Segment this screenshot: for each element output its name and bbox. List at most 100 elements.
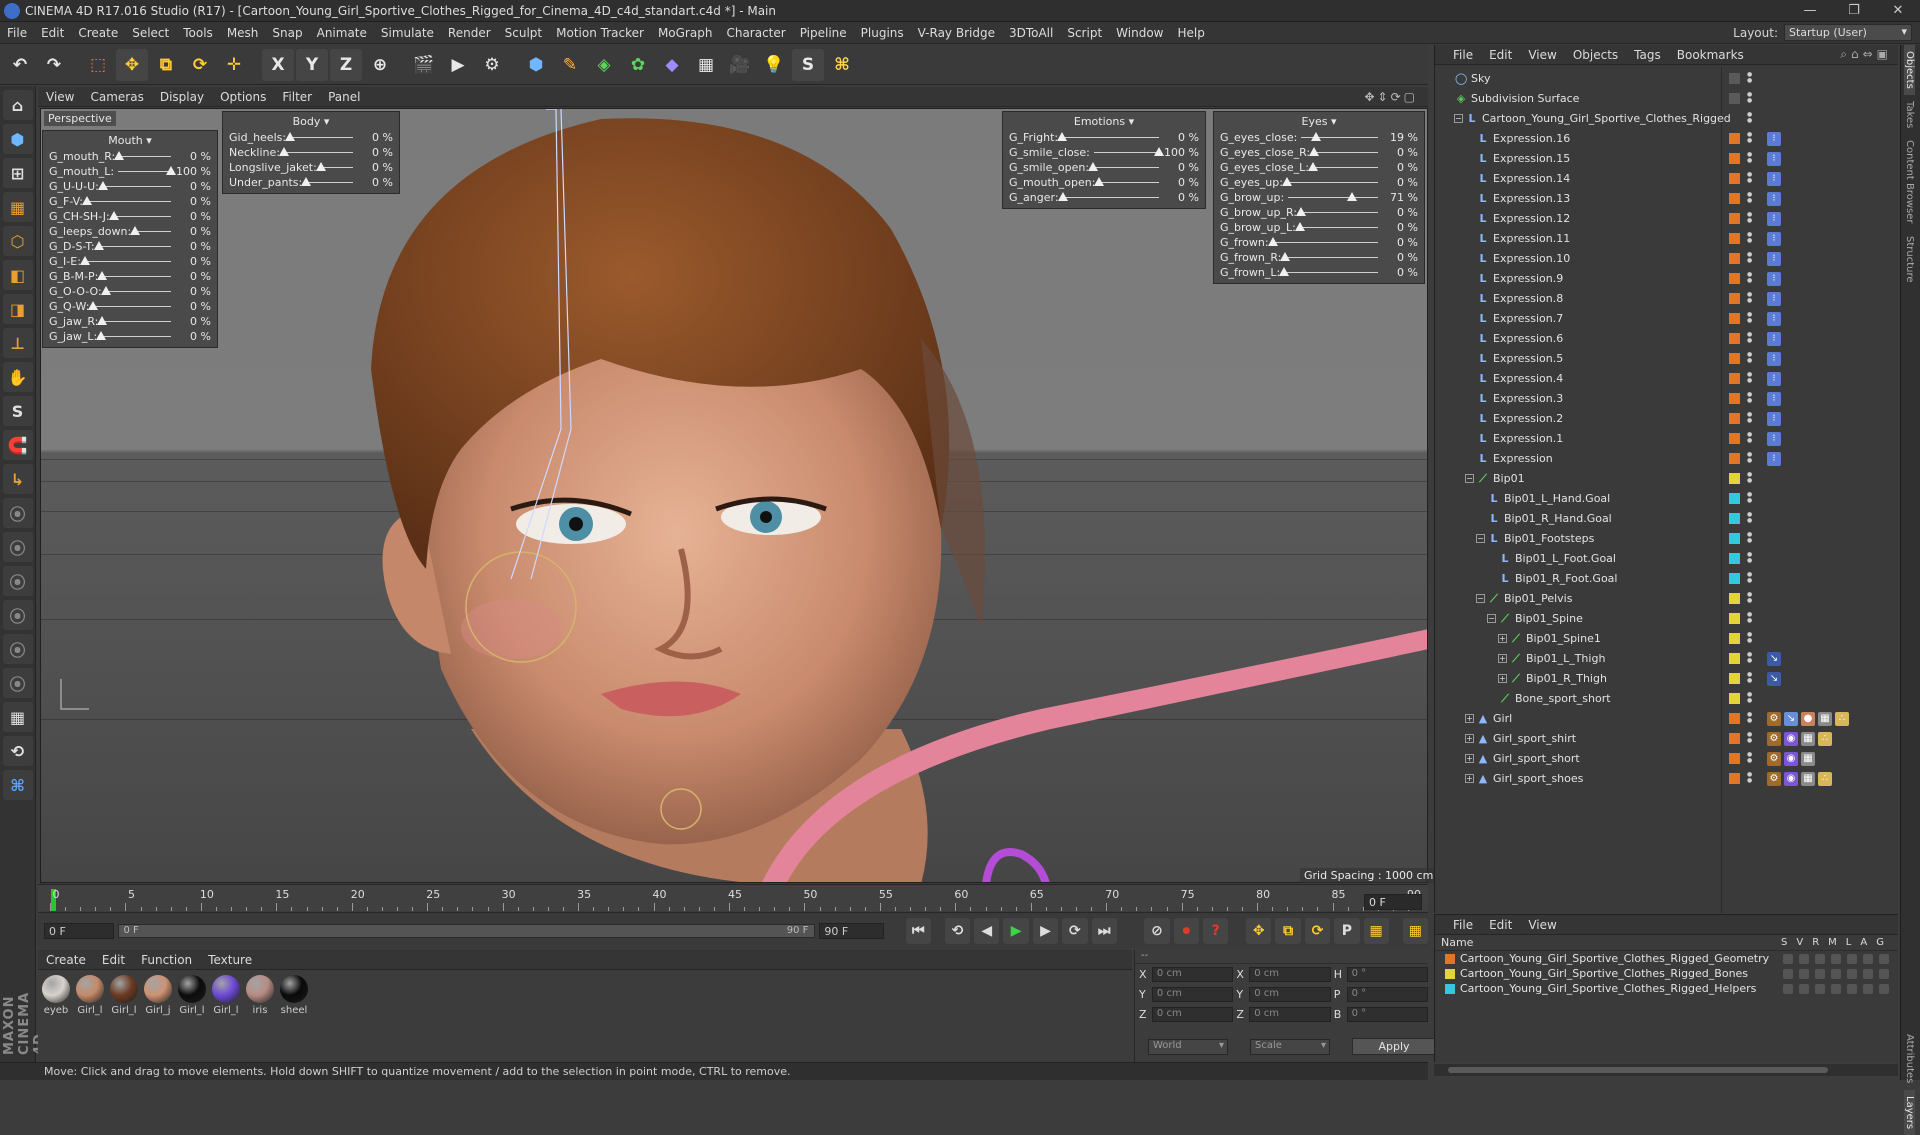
render-picture-viewer-button[interactable]: ▶	[442, 49, 474, 81]
tag-icon[interactable]: ⁝	[1767, 412, 1781, 426]
layer-color-swatch[interactable]	[1729, 413, 1740, 424]
object-name[interactable]: Expression.11	[1493, 232, 1570, 245]
expand-toggle[interactable]: +	[1465, 754, 1474, 763]
tag-icon[interactable]: ⁝	[1767, 132, 1781, 146]
visibility-dots[interactable]: ● ●	[1747, 712, 1752, 724]
slider-track[interactable]	[79, 256, 171, 265]
visibility-dots[interactable]: ● ●	[1747, 412, 1752, 424]
move-tool-button[interactable]: ✥	[116, 48, 148, 81]
layer-color-swatch[interactable]	[1445, 953, 1455, 964]
size-field[interactable]: 0 cm	[1249, 1006, 1331, 1022]
layer-color-swatch[interactable]	[1729, 513, 1740, 524]
object-row[interactable]: + ⟋ Bip01_L_Thigh ● ● ↘	[1435, 649, 1899, 669]
visibility-dots[interactable]: ● ●	[1747, 532, 1752, 544]
right-tab-objects[interactable]: Objects	[1904, 45, 1915, 95]
layer-color-swatch[interactable]	[1729, 633, 1740, 644]
layer-color-swatch[interactable]	[1729, 393, 1740, 404]
object-name[interactable]: Bip01_Spine	[1515, 612, 1583, 625]
viewport-menu-panel[interactable]: Panel	[320, 90, 368, 104]
object-name[interactable]: Bip01_Footsteps	[1504, 532, 1594, 545]
slider-track[interactable]	[1281, 177, 1378, 186]
slider-knob[interactable]	[1346, 192, 1357, 201]
slider-track[interactable]	[1294, 222, 1378, 231]
go-to-start-button[interactable]: ⏮	[905, 917, 931, 944]
tag-icon[interactable]: ◉	[1784, 732, 1798, 746]
right-tab-content-browser[interactable]: Content Browser	[1904, 134, 1915, 229]
menu-script[interactable]: Script	[1060, 26, 1109, 40]
tag-icon[interactable]: ⚙	[1767, 712, 1781, 726]
menu-mograph[interactable]: MoGraph	[651, 26, 720, 40]
layer-color-swatch[interactable]	[1729, 653, 1740, 664]
material-menu-edit[interactable]: Edit	[94, 953, 133, 967]
start-frame-field[interactable]: 0 F	[44, 922, 115, 939]
slider-track[interactable]	[97, 316, 171, 325]
slider-track[interactable]	[1288, 192, 1378, 201]
viewport-menu-display[interactable]: Display	[152, 90, 212, 104]
close-button[interactable]: ✕	[1876, 3, 1920, 18]
slider-knob[interactable]	[1280, 252, 1291, 261]
menu-snap[interactable]: Snap	[265, 26, 309, 40]
tag-icon[interactable]: ⁝	[1767, 332, 1781, 346]
object-row[interactable]: L Expression.6 ● ● ⁝	[1435, 329, 1899, 349]
slider-track[interactable]	[1295, 207, 1378, 216]
record-position-button[interactable]: ✥	[1246, 917, 1272, 944]
slider-knob[interactable]	[93, 241, 104, 250]
tag-icon[interactable]: ⁝	[1767, 312, 1781, 326]
visibility-dots[interactable]: ● ●	[1747, 752, 1752, 764]
menu-simulate[interactable]: Simulate	[374, 26, 441, 40]
size-field[interactable]: 0 cm	[1249, 966, 1331, 982]
layer-color-swatch[interactable]	[1729, 553, 1740, 564]
visibility-dots[interactable]: ● ●	[1747, 152, 1752, 164]
tag-icon[interactable]: ⁝	[1767, 152, 1781, 166]
object-name[interactable]: Expression.5	[1493, 352, 1563, 365]
tag-icon[interactable]: ▦	[1801, 732, 1815, 746]
visibility-dots[interactable]: ● ●	[1747, 692, 1752, 704]
camera-button[interactable]: 🎥	[724, 49, 756, 81]
tag-icon[interactable]: ↘	[1784, 712, 1798, 726]
object-row[interactable]: L Expression ● ● ⁝	[1435, 449, 1899, 469]
next-frame-button[interactable]: ▶	[1032, 917, 1059, 944]
object-row[interactable]: + ▲ Girl ● ● ⚙ ↘ ● ▦ ∴	[1435, 709, 1899, 729]
object-row[interactable]: L Expression.13 ● ● ⁝	[1435, 189, 1899, 209]
frame-range-slider[interactable]: 0 F 90 F	[118, 923, 816, 938]
slider-track[interactable]	[315, 162, 353, 171]
slider-knob[interactable]	[278, 147, 289, 156]
object-name[interactable]: Bip01	[1493, 472, 1525, 485]
object-name[interactable]: Expression.7	[1493, 312, 1563, 325]
object-name[interactable]: Bone_sport_short	[1515, 692, 1611, 705]
visibility-dots[interactable]: ● ●	[1747, 672, 1752, 684]
slider-track[interactable]	[1094, 177, 1159, 186]
coordinate-system-button[interactable]: ⊕	[364, 49, 396, 81]
layer-color-swatch[interactable]	[1729, 493, 1740, 504]
slider-track[interactable]	[100, 286, 171, 295]
autokeying-button[interactable]: ?	[1203, 917, 1229, 944]
tag-icon[interactable]: ▦	[1818, 712, 1832, 726]
tag-icon[interactable]: ⚙	[1767, 772, 1781, 786]
layer-color-swatch[interactable]	[1729, 453, 1740, 464]
expand-toggle[interactable]: −	[1454, 114, 1463, 123]
material-menu-create[interactable]: Create	[38, 953, 94, 967]
object-row[interactable]: − L Bip01_Footsteps ● ●	[1435, 529, 1899, 549]
slider-track[interactable]	[82, 196, 171, 205]
object-name[interactable]: Expression.4	[1493, 372, 1563, 385]
slider-track[interactable]	[96, 331, 171, 340]
menu-select[interactable]: Select	[125, 26, 176, 40]
previous-key-button[interactable]: ⟲	[944, 917, 971, 944]
menu-sculpt[interactable]: Sculpt	[498, 26, 549, 40]
menu-plugins[interactable]: Plugins	[854, 26, 911, 40]
material-swatch[interactable]: Girl_l	[212, 975, 240, 1065]
visibility-dots[interactable]: ● ●	[1747, 492, 1752, 504]
layer-color-swatch[interactable]	[1729, 273, 1740, 284]
visibility-dots[interactable]: ● ●	[1747, 632, 1752, 644]
tag-icon[interactable]: ●	[1801, 712, 1815, 726]
layer-color-swatch[interactable]	[1445, 983, 1455, 994]
expand-toggle[interactable]: +	[1498, 654, 1507, 663]
object-row[interactable]: L Expression.15 ● ● ⁝	[1435, 149, 1899, 169]
object-name[interactable]: Girl_sport_shoes	[1493, 772, 1583, 785]
menu-window[interactable]: Window	[1109, 26, 1170, 40]
object-name[interactable]: Bip01_Pelvis	[1504, 592, 1572, 605]
menu-animate[interactable]: Animate	[310, 26, 374, 40]
right-tab-structure[interactable]: Structure	[1904, 230, 1915, 289]
tag-icon[interactable]: ⁝	[1767, 252, 1781, 266]
slider-track[interactable]	[88, 301, 171, 310]
